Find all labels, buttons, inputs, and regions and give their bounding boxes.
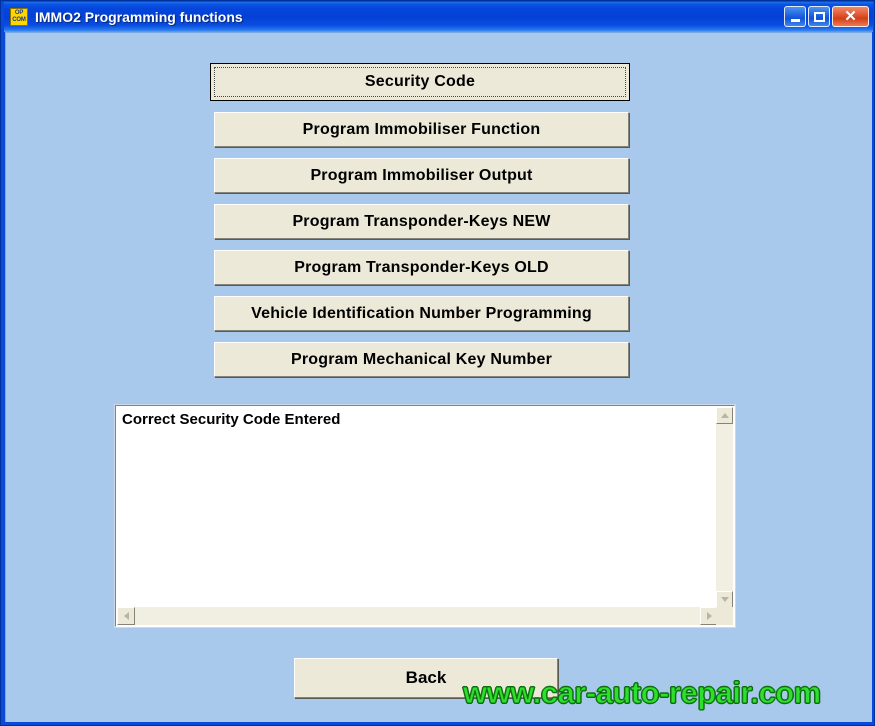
client-area: Security Code Program Immobiliser Functi… (5, 32, 872, 722)
vin-programming-button-label: Vehicle Identification Number Programmin… (251, 304, 592, 322)
program-transponder-keys-new-button-label: Program Transponder-Keys NEW (292, 212, 551, 230)
scroll-up-button[interactable] (716, 407, 733, 424)
output-textarea[interactable]: Correct Security Code Entered (114, 404, 736, 628)
close-button[interactable]: ✕ (832, 6, 869, 27)
program-immobiliser-function-button[interactable]: Program Immobiliser Function (214, 112, 629, 147)
security-code-button-label: Security Code (364, 73, 476, 90)
output-line: Correct Security Code Entered (122, 411, 341, 428)
program-transponder-keys-old-button-label: Program Transponder-Keys OLD (294, 258, 549, 276)
program-transponder-keys-new-button[interactable]: Program Transponder-Keys NEW (214, 204, 629, 239)
logo-line-2: COM (12, 17, 26, 23)
maximize-icon (813, 11, 825, 22)
program-mechanical-key-number-button[interactable]: Program Mechanical Key Number (214, 342, 629, 377)
logo-line-1: OP (14, 10, 24, 16)
chevron-down-icon (720, 597, 729, 602)
scroll-left-button[interactable] (117, 607, 135, 625)
close-icon: ✕ (844, 8, 857, 25)
chevron-right-icon (706, 612, 712, 620)
minimize-button[interactable] (784, 6, 806, 27)
vin-programming-button[interactable]: Vehicle Identification Number Programmin… (214, 296, 629, 331)
scroll-down-button[interactable] (716, 591, 733, 608)
chevron-up-icon (720, 413, 729, 418)
program-immobiliser-output-button-label: Program Immobiliser Output (310, 166, 533, 184)
application-window: OP COM IMMO2 Programming functions ✕ Sec… (0, 0, 875, 726)
titlebar[interactable]: OP COM IMMO2 Programming functions ✕ (4, 2, 873, 32)
chevron-left-icon (123, 612, 129, 620)
program-mechanical-key-number-button-label: Program Mechanical Key Number (291, 350, 552, 368)
window-controls: ✕ (784, 6, 869, 27)
back-button[interactable]: Back (294, 658, 558, 698)
program-immobiliser-output-button[interactable]: Program Immobiliser Output (214, 158, 629, 193)
security-code-button[interactable]: Security Code (210, 63, 630, 101)
scrollbar-corner (716, 607, 733, 625)
window-title: IMMO2 Programming functions (35, 9, 243, 25)
vertical-scrollbar[interactable] (716, 407, 733, 608)
minimize-icon (790, 18, 800, 22)
horizontal-scrollbar[interactable] (117, 607, 718, 625)
back-button-label: Back (405, 668, 447, 687)
program-immobiliser-function-button-label: Program Immobiliser Function (302, 120, 541, 138)
output-text-content[interactable]: Correct Security Code Entered (117, 407, 717, 607)
opcom-logo-icon: OP COM (10, 8, 28, 26)
maximize-button[interactable] (808, 6, 830, 27)
program-transponder-keys-old-button[interactable]: Program Transponder-Keys OLD (214, 250, 629, 285)
